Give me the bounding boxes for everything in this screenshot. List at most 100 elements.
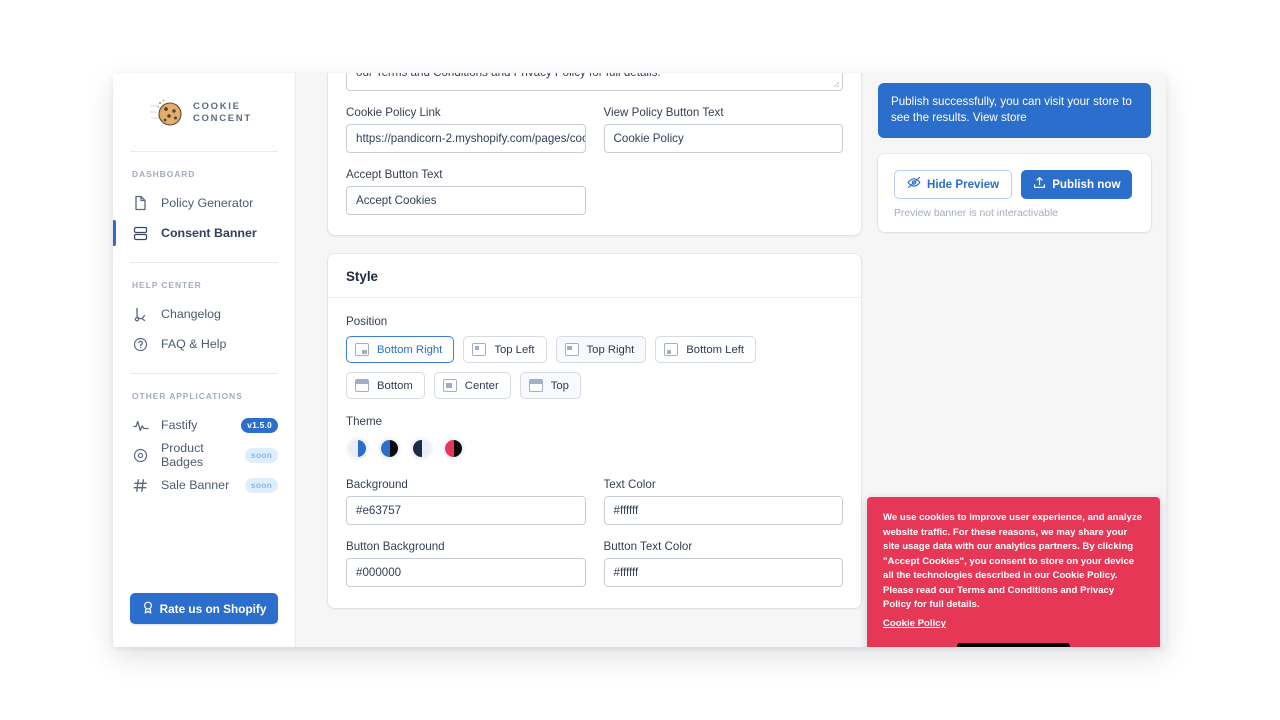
- sidebar-item-changelog[interactable]: Changelog: [130, 299, 278, 329]
- sidebar-item-label: Consent Banner: [161, 226, 257, 240]
- background-input[interactable]: #e63757: [346, 496, 586, 525]
- logo-line-1: COOKIE: [193, 101, 241, 113]
- logo-text: COOKIE CONCENT: [193, 101, 252, 124]
- style-card-title: Style: [328, 254, 861, 298]
- theme-swatch-2[interactable]: [378, 437, 401, 460]
- color-row-2: Button Background #000000 Button Text Co…: [346, 540, 843, 587]
- cookie-banner-preview: We use cookies to improve user experienc…: [867, 496, 1160, 647]
- button-text-color-input[interactable]: #ffffff: [603, 558, 843, 587]
- rate-us-button[interactable]: Rate us on Shopify: [130, 593, 278, 624]
- theme-swatch-1[interactable]: [346, 437, 369, 460]
- theme-swatches: [346, 437, 843, 460]
- position-option-label: Bottom Left: [686, 343, 745, 356]
- eye-off-icon: [907, 176, 921, 192]
- position-option-bottom[interactable]: Bottom: [346, 372, 425, 399]
- button-background-field: Button Background #000000: [346, 540, 586, 587]
- soon-badge: soon: [244, 447, 278, 463]
- sidebar-item-policy-generator[interactable]: Policy Generator: [130, 188, 278, 218]
- position-option-bottom-right[interactable]: Bottom Right: [346, 336, 455, 363]
- sidebar-item-sale-banner[interactable]: Sale Banner soon: [130, 470, 278, 500]
- position-option-bottom-left[interactable]: Bottom Left: [655, 336, 757, 363]
- link-and-button-row: Cookie Policy Link https://pandicorn-2.m…: [346, 106, 843, 153]
- accept-button-text-field: Accept Button Text Accept Cookies: [346, 168, 586, 215]
- resize-grip-icon: [833, 81, 840, 88]
- cookie-policy-link-input[interactable]: https://pandicorn-2.myshopify.com/pages/…: [346, 124, 586, 153]
- document-icon: [132, 195, 149, 212]
- accept-cookies-button[interactable]: Accept Cookies: [956, 643, 1071, 647]
- accept-row-spacer: [604, 168, 844, 215]
- pulse-icon: [132, 417, 149, 434]
- position-option-label: Top Right: [586, 343, 635, 356]
- style-card-body: Position Bottom Right Top Left Top Right…: [328, 298, 861, 608]
- accept-button-text-label: Accept Button Text: [346, 168, 443, 181]
- background-label: Background: [346, 478, 408, 491]
- cookie-policy-link[interactable]: Cookie Policy: [883, 618, 946, 629]
- background-color-field: Background #e63757: [346, 478, 586, 525]
- section-title-other-applications: OTHER APPLICATIONS: [132, 391, 243, 401]
- sidebar: COOKIE CONCENT DASHBOARD Policy Generato…: [113, 73, 296, 647]
- button-background-input[interactable]: #000000: [346, 558, 586, 587]
- view-policy-button-text-input[interactable]: Cookie Policy: [603, 124, 843, 153]
- position-top-right-icon: [564, 343, 579, 356]
- button-background-label: Button Background: [346, 540, 445, 553]
- position-options: Bottom Right Top Left Top Right Bottom L…: [346, 336, 843, 399]
- position-top-left-icon: [472, 343, 487, 356]
- sidebar-item-label: Fastify: [161, 418, 198, 432]
- theme-group: Theme: [346, 415, 843, 460]
- view-policy-button-text-label: View Policy Button Text: [603, 106, 724, 119]
- position-option-label: Center: [464, 379, 499, 392]
- position-bottom-left-icon: [664, 343, 679, 356]
- preview-controls-card: Hide Preview Publish now Preview banner …: [878, 153, 1151, 232]
- position-bottom-right-icon: [355, 343, 369, 356]
- cookie-policy-link-label: Cookie Policy Link: [346, 106, 441, 119]
- publish-success-notice[interactable]: Publish successfully, you can visit your…: [878, 83, 1151, 138]
- award-icon: [142, 601, 154, 617]
- view-policy-button-text-field: View Policy Button Text Cookie Policy: [603, 106, 843, 153]
- position-center-icon: [442, 379, 457, 392]
- position-top-icon: [528, 379, 543, 392]
- publish-now-button[interactable]: Publish now: [1021, 169, 1133, 199]
- publish-now-label: Publish now: [1052, 177, 1121, 191]
- preview-note: Preview banner is not interactivable: [894, 207, 1059, 219]
- hash-icon: [132, 477, 149, 494]
- sidebar-item-label: Product Badges: [161, 441, 204, 469]
- theme-swatch-4[interactable]: [442, 437, 465, 460]
- position-option-top-left[interactable]: Top Left: [463, 336, 547, 363]
- content-settings-card: our Terms and Conditions and Privacy Pol…: [328, 73, 861, 235]
- banner-message-textarea[interactable]: our Terms and Conditions and Privacy Pol…: [346, 73, 843, 91]
- cookie-banner-message: We use cookies to improve user experienc…: [883, 511, 1142, 611]
- soon-badge: soon: [244, 477, 278, 493]
- app-logo: COOKIE CONCENT: [130, 73, 278, 151]
- hide-preview-button[interactable]: Hide Preview: [894, 169, 1013, 199]
- sidebar-item-faq-help[interactable]: FAQ & Help: [130, 329, 278, 359]
- section-title-dashboard: DASHBOARD: [132, 169, 196, 179]
- button-text-color-label: Button Text Color: [603, 540, 693, 553]
- position-label: Position: [346, 315, 388, 328]
- position-option-top[interactable]: Top: [519, 372, 581, 399]
- target-icon: [132, 447, 149, 464]
- sidebar-item-product-badges[interactable]: Product Badges soon: [130, 440, 278, 470]
- sidebar-item-consent-banner[interactable]: Consent Banner: [113, 218, 278, 248]
- banner-message-value: our Terms and Conditions and Privacy Pol…: [356, 73, 661, 79]
- sidebar-item-label: Sale Banner: [161, 478, 230, 492]
- settings-column: our Terms and Conditions and Privacy Pol…: [328, 73, 861, 647]
- position-option-top-right[interactable]: Top Right: [555, 336, 647, 363]
- position-option-label: Top Left: [494, 343, 535, 356]
- position-option-label: Top: [550, 379, 569, 392]
- accept-button-text-input[interactable]: Accept Cookies: [346, 186, 586, 215]
- sidebar-item-fastify[interactable]: Fastify v1.5.0: [130, 410, 278, 440]
- branch-icon: [132, 306, 149, 323]
- position-option-label: Bottom Right: [377, 343, 443, 356]
- text-color-input[interactable]: #ffffff: [603, 496, 843, 525]
- color-row-1: Background #e63757 Text Color #ffffff: [346, 478, 843, 525]
- version-badge: v1.5.0: [241, 417, 278, 433]
- sidebar-item-label: Policy Generator: [161, 196, 254, 210]
- position-option-center[interactable]: Center: [433, 372, 511, 399]
- text-color-field: Text Color #ffffff: [603, 478, 843, 525]
- question-circle-icon: [132, 336, 149, 353]
- button-text-color-field: Button Text Color #ffffff: [603, 540, 843, 587]
- theme-swatch-3[interactable]: [410, 437, 433, 460]
- logo-line-2: CONCENT: [193, 113, 252, 124]
- section-title-help-center: HELP CENTER: [132, 280, 202, 290]
